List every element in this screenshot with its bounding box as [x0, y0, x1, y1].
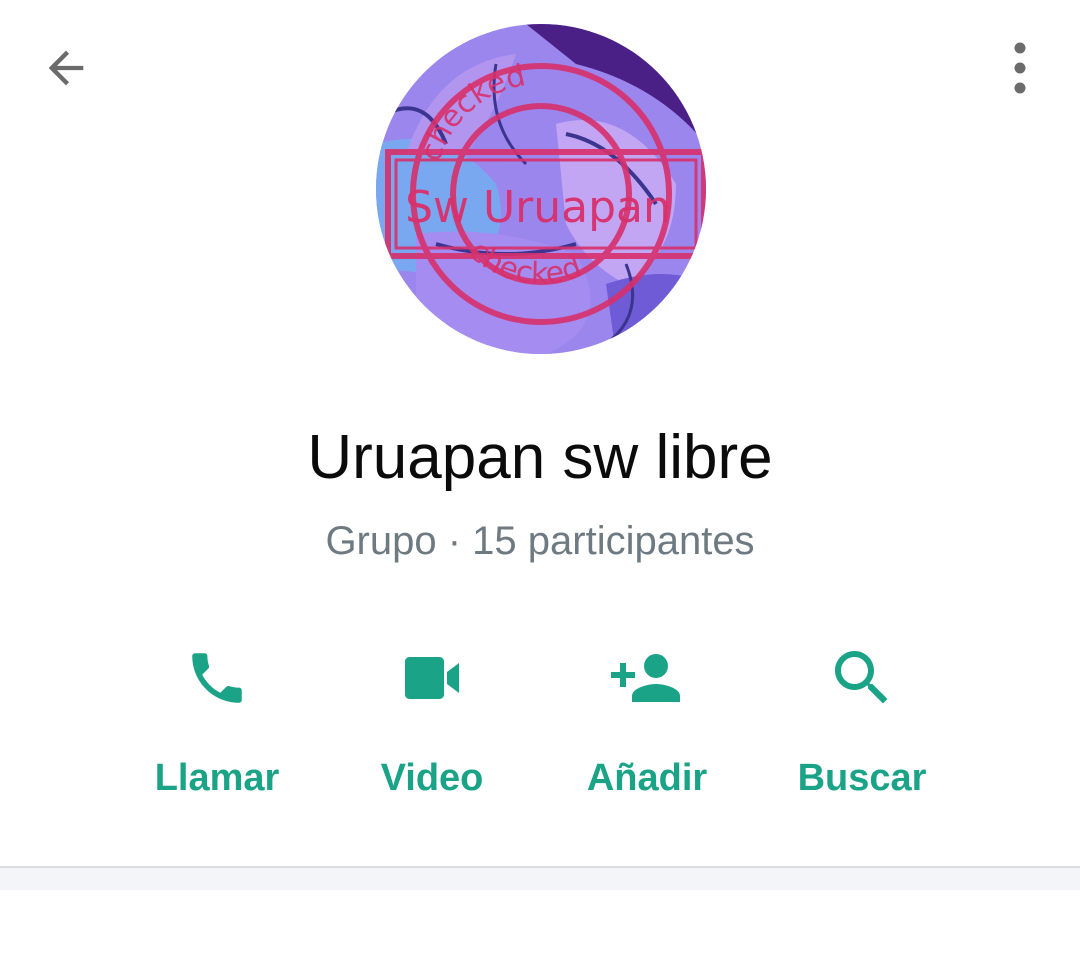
arrow-left-icon: [48, 50, 84, 86]
phone-icon: [167, 630, 267, 726]
more-vertical-icon: [1014, 42, 1026, 94]
more-options-button[interactable]: [988, 30, 1052, 106]
search-button[interactable]: Buscar: [762, 630, 962, 820]
video-camera-icon: [382, 630, 482, 726]
add-label: Añadir: [586, 757, 708, 799]
group-info-screen: checked checked Sw Uruapan Uruapan sw li…: [0, 0, 1080, 956]
add-person-icon: [597, 630, 697, 726]
video-button[interactable]: Video: [332, 630, 532, 820]
search-icon: [812, 630, 912, 726]
back-button[interactable]: [28, 30, 104, 106]
stamp-text: Sw Uruapan: [405, 182, 671, 233]
group-photo-stamp-image: checked checked Sw Uruapan: [376, 24, 706, 354]
search-label: Buscar: [797, 757, 927, 799]
section-gap: [0, 868, 1080, 890]
video-label: Video: [380, 757, 484, 799]
next-section: [0, 890, 1080, 956]
group-name: Uruapan sw libre: [307, 423, 773, 492]
call-label: Llamar: [154, 757, 280, 799]
action-buttons-row: Llamar Video Añadir Buscar: [0, 630, 1080, 830]
call-button[interactable]: Llamar: [117, 630, 317, 820]
group-subtitle: Grupo · 15 participantes: [325, 519, 755, 563]
group-avatar[interactable]: checked checked Sw Uruapan: [376, 24, 706, 354]
add-participant-button[interactable]: Añadir: [547, 630, 747, 820]
